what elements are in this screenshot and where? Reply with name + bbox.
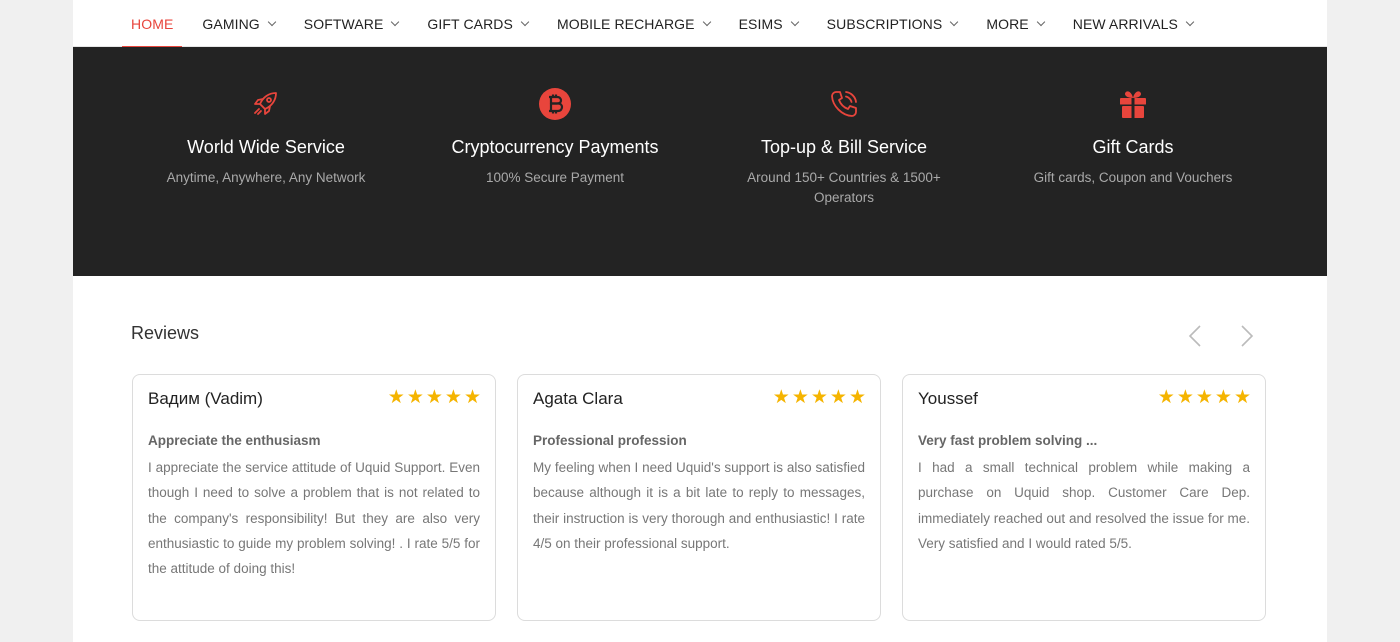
- star-icon: ★: [1176, 387, 1194, 408]
- star-rating: ★ ★ ★ ★ ★: [1158, 388, 1251, 408]
- bitcoin-icon: [539, 88, 571, 120]
- nav-item-software[interactable]: SOFTWARE: [295, 0, 408, 47]
- nav-item-gaming[interactable]: GAMING: [193, 0, 283, 47]
- star-icon: ★: [829, 387, 847, 408]
- nav-item-label: SUBSCRIPTIONS: [826, 15, 943, 32]
- star-icon: ★: [425, 387, 443, 408]
- review-text: My feeling when I need Uquid's support i…: [533, 460, 865, 551]
- star-icon: ★: [810, 387, 828, 408]
- feature-subtitle: Around 150+ Countries & 1500+ Operators: [747, 170, 941, 205]
- gift-icon: [1120, 91, 1146, 118]
- reviews-title: Reviews: [131, 323, 200, 343]
- review-card: Youssef ★ ★ ★ ★ ★ Very fast problem solv…: [902, 374, 1266, 621]
- star-icon: ★: [848, 387, 866, 408]
- review-text: I had a small technical problem while ma…: [918, 460, 1250, 551]
- nav-item-label: MORE: [986, 15, 1029, 32]
- feature-title: Cryptocurrency Payments: [451, 137, 659, 157]
- phone-icon: [831, 91, 857, 117]
- star-icon: ★: [1195, 387, 1213, 408]
- feature-subtitle: 100% Secure Payment: [485, 170, 625, 185]
- review-title: Appreciate the enthusiasm: [148, 433, 321, 448]
- chevron-down-icon: [391, 17, 400, 26]
- features-band: World Wide Service Anytime, Anywhere, An…: [73, 47, 1327, 276]
- nav-item-new-arrivals[interactable]: NEW ARRIVALS: [1064, 0, 1202, 47]
- nav-item-home[interactable]: HOME: [122, 0, 183, 48]
- star-icon: ★: [1157, 387, 1175, 408]
- reviewer-name: Youssef: [918, 389, 978, 408]
- review-text: I appreciate the service attitude of Uqu…: [148, 460, 480, 577]
- review-card: Вадим (Vadim) ★ ★ ★ ★ ★ Appreciate the e…: [132, 374, 496, 621]
- chevron-left-icon: [1188, 325, 1201, 347]
- chevron-down-icon: [267, 17, 277, 26]
- reviewer-name: Вадим (Vadim): [148, 389, 263, 408]
- main-nav: HOME GAMING SOFTWARE GIFT CARDS MOBILE R…: [73, 0, 1327, 48]
- chevron-down-icon: [520, 17, 530, 26]
- chevron-down-icon: [790, 17, 799, 26]
- feature-subtitle: Gift cards, Coupon and Vouchers: [1033, 170, 1233, 185]
- next-arrow-button[interactable]: [1235, 325, 1257, 347]
- star-icon: ★: [444, 387, 462, 408]
- nav-item-gift-cards[interactable]: GIFT CARDS: [418, 0, 537, 47]
- nav-list: HOME GAMING SOFTWARE GIFT CARDS MOBILE R…: [122, 0, 1213, 48]
- review-title: Very fast problem solving ...: [918, 433, 1098, 448]
- prev-arrow-button[interactable]: [1185, 325, 1207, 347]
- chevron-right-icon: [1241, 325, 1254, 347]
- nav-item-subscriptions[interactable]: SUBSCRIPTIONS: [818, 0, 967, 47]
- page: HOME GAMING SOFTWARE GIFT CARDS MOBILE R…: [73, 0, 1327, 642]
- star-icon: ★: [1214, 387, 1232, 408]
- nav-item-label: HOME: [131, 15, 174, 32]
- star-icon: ★: [791, 387, 809, 408]
- nav-item-mobile-recharge[interactable]: MOBILE RECHARGE: [548, 0, 719, 47]
- chevron-down-icon: [702, 17, 711, 26]
- chevron-down-icon: [950, 17, 959, 26]
- nav-item-esims[interactable]: ESIMS: [730, 0, 807, 47]
- star-rating: ★ ★ ★ ★ ★: [388, 388, 481, 408]
- nav-item-label: GIFT CARDS: [427, 15, 513, 32]
- nav-item-label: MOBILE RECHARGE: [556, 15, 695, 32]
- feature-title: World Wide Service: [187, 137, 345, 157]
- reviewer-name: Agata Clara: [533, 389, 623, 408]
- star-icon: ★: [387, 387, 405, 408]
- review-title: Professional profession: [533, 433, 687, 448]
- feature-title: Top-up & Bill Service: [760, 137, 928, 157]
- star-icon: ★: [463, 387, 481, 408]
- nav-item-label: NEW ARRIVALS: [1072, 15, 1178, 32]
- nav-item-more[interactable]: MORE: [977, 0, 1052, 47]
- chevron-down-icon: [1185, 17, 1195, 26]
- star-icon: ★: [406, 387, 424, 408]
- star-icon: ★: [772, 387, 790, 408]
- star-rating: ★ ★ ★ ★ ★: [773, 388, 866, 408]
- star-icon: ★: [1233, 387, 1251, 408]
- nav-item-label: GAMING: [202, 15, 260, 32]
- review-card: Agata Clara ★ ★ ★ ★ ★ Professional profe…: [517, 374, 881, 621]
- chevron-down-icon: [1036, 17, 1045, 26]
- nav-item-label: ESIMS: [738, 15, 783, 32]
- feature-title: Gift Cards: [1092, 137, 1174, 157]
- nav-item-label: SOFTWARE: [303, 15, 384, 32]
- feature-subtitle: Anytime, Anywhere, Any Network: [166, 170, 366, 185]
- rocket-icon: [254, 92, 277, 115]
